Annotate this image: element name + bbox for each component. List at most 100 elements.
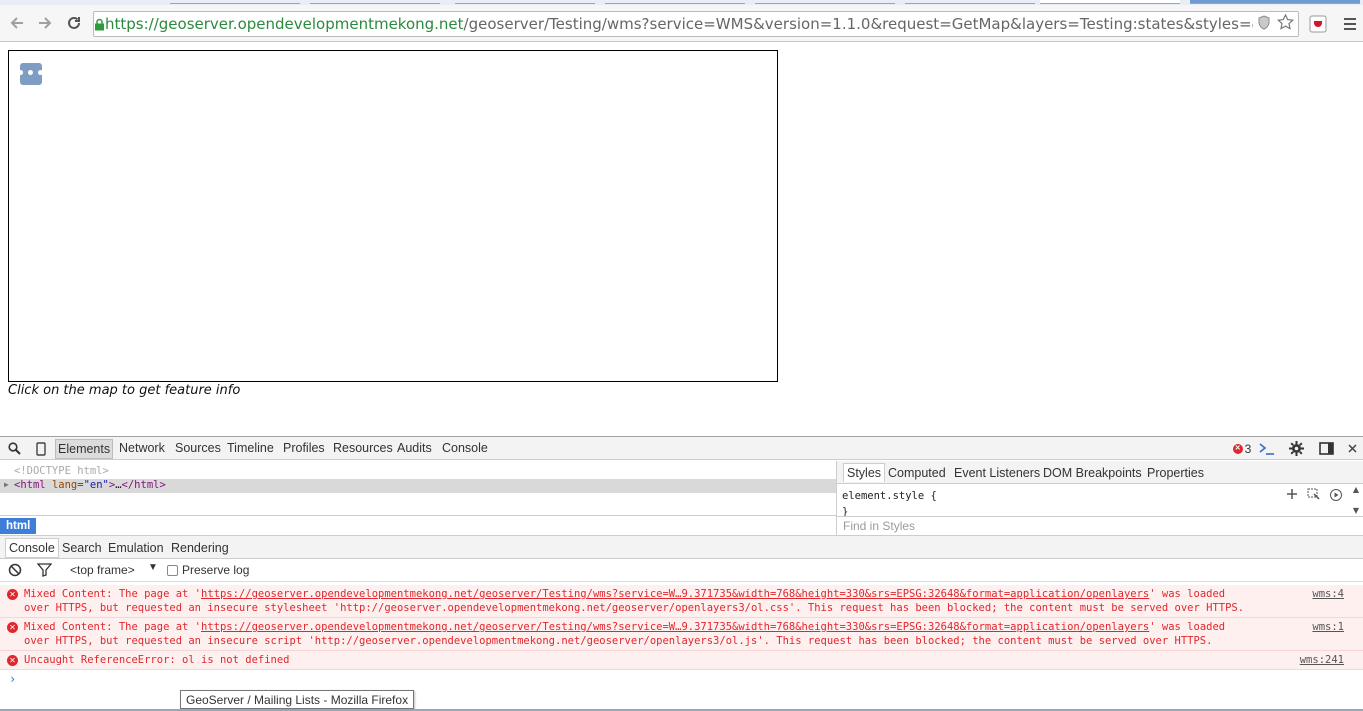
console-error-message: ✕ Uncaught ReferenceError: ol is not def… bbox=[0, 651, 1363, 670]
drawer-tab-search[interactable]: Search bbox=[62, 541, 102, 555]
close-icon[interactable] bbox=[1344, 440, 1361, 457]
styles-scrollbar[interactable]: ▲ ▼ bbox=[1349, 485, 1363, 515]
taskbar-tooltip: GeoServer / Mailing Lists - Mozilla Fire… bbox=[180, 690, 415, 709]
console-source-link[interactable]: wms:241 bbox=[1300, 653, 1344, 667]
expand-triangle-icon[interactable]: ▶ bbox=[4, 480, 9, 489]
clear-console-icon[interactable] bbox=[8, 563, 22, 580]
tab-resources[interactable]: Resources bbox=[333, 441, 393, 455]
browser-tab[interactable] bbox=[310, 0, 440, 4]
drawer-tab-console[interactable]: Console bbox=[5, 538, 59, 558]
error-count: 3 bbox=[1244, 441, 1252, 456]
html-attr-name: lang bbox=[51, 479, 78, 491]
tab-elements[interactable]: Elements bbox=[55, 439, 114, 459]
tab-console[interactable]: Console bbox=[442, 441, 488, 455]
console-message-text: Mixed Content: The page at 'https://geos… bbox=[24, 588, 1245, 614]
error-icon: ✕ bbox=[1232, 443, 1243, 454]
scroll-down-icon[interactable]: ▼ bbox=[1353, 506, 1359, 515]
dock-side-icon[interactable] bbox=[1318, 440, 1335, 457]
html-attr-value: "en" bbox=[83, 479, 109, 491]
reload-icon bbox=[68, 16, 80, 29]
lock-icon bbox=[94, 18, 105, 31]
elements-breadcrumb: html bbox=[0, 515, 836, 535]
console-message-link[interactable]: https://geoserver.opendevelopmentmekong.… bbox=[201, 621, 1149, 633]
console-error-message: ✕ Mixed Content: The page at 'https://ge… bbox=[0, 618, 1363, 651]
url-path: /geoserver/Testing/wms?service=WMS&versi… bbox=[463, 15, 1299, 33]
error-icon: ✕ bbox=[7, 655, 18, 666]
star-icon[interactable] bbox=[1276, 13, 1295, 34]
tab-network[interactable]: Network bbox=[119, 441, 165, 455]
inspect-element-icon[interactable] bbox=[6, 440, 23, 457]
console-toolbar: <top frame> ▼ Preserve log bbox=[0, 559, 1363, 582]
url-host: https://geoserver.opendevelopmentmekong.… bbox=[105, 15, 464, 33]
tab-dom-breakpoints[interactable]: DOM Breakpoints bbox=[1043, 466, 1142, 480]
html-node[interactable]: ▶ <html lang="en">…</html> bbox=[0, 479, 836, 493]
drawer-tab-rendering[interactable]: Rendering bbox=[171, 541, 229, 555]
map-caption: Click on the map to get feature info bbox=[8, 383, 241, 398]
tab-profiles[interactable]: Profiles bbox=[283, 441, 325, 455]
html-tag-name: html bbox=[20, 479, 46, 491]
forward-button[interactable] bbox=[33, 11, 57, 35]
console-error-message: ✕ Mixed Content: The page at 'https://ge… bbox=[0, 585, 1363, 618]
styles-tabbar: Styles Computed Event Listeners DOM Brea… bbox=[837, 461, 1363, 484]
error-counter[interactable]: ✕ 3 bbox=[1229, 440, 1255, 457]
error-icon: ✕ bbox=[7, 622, 18, 633]
console-message-link[interactable]: https://geoserver.opendevelopmentmekong.… bbox=[201, 588, 1149, 600]
drawer-tab-emulation[interactable]: Emulation bbox=[108, 541, 164, 555]
doctype-node[interactable]: <!DOCTYPE html> bbox=[14, 465, 109, 477]
scroll-up-icon[interactable]: ▲ bbox=[1353, 485, 1359, 494]
frame-selector[interactable]: <top frame> bbox=[70, 563, 135, 577]
gear-icon[interactable] bbox=[1288, 440, 1305, 457]
breadcrumb-html[interactable]: html bbox=[0, 518, 37, 534]
pocket-extension-icon[interactable] bbox=[1309, 15, 1327, 33]
find-in-styles-input[interactable]: Find in Styles bbox=[837, 516, 1363, 535]
map-container[interactable]: ••• bbox=[8, 50, 778, 382]
address-bar-actions bbox=[1253, 12, 1298, 36]
browser-tab[interactable] bbox=[605, 0, 745, 4]
drawer-tabbar: Console Search Emulation Rendering bbox=[0, 535, 1363, 559]
arrow-right-icon bbox=[39, 17, 52, 29]
styles-actions bbox=[1286, 488, 1343, 505]
console-source-link[interactable]: wms:4 bbox=[1312, 587, 1344, 601]
devtools-panel: Elements Network Sources Timeline Profil… bbox=[0, 436, 1363, 711]
address-bar[interactable]: https://geoserver.opendevelopmentmekong.… bbox=[93, 11, 1299, 37]
browser-tab[interactable] bbox=[170, 0, 300, 4]
shield-icon[interactable] bbox=[1257, 14, 1271, 34]
tab-styles[interactable]: Styles bbox=[843, 463, 886, 482]
console-source-link[interactable]: wms:1 bbox=[1312, 620, 1344, 634]
console-message-text: Uncaught ReferenceError: ol is not defin… bbox=[24, 654, 290, 666]
elements-tree: <!DOCTYPE html> ▶ <html lang="en">…</html… bbox=[0, 461, 836, 515]
toggle-element-state-icon[interactable] bbox=[1307, 488, 1321, 505]
devtools-tabbar: Elements Network Sources Timeline Profil… bbox=[0, 437, 1363, 460]
reload-button[interactable] bbox=[62, 11, 86, 35]
tab-event-listeners[interactable]: Event Listeners bbox=[954, 466, 1040, 480]
filter-icon[interactable] bbox=[36, 563, 53, 580]
browser-tab[interactable] bbox=[905, 0, 1035, 4]
tab-sources[interactable]: Sources bbox=[175, 441, 221, 455]
new-style-rule-icon[interactable] bbox=[1286, 488, 1299, 505]
tab-timeline[interactable]: Timeline bbox=[227, 441, 274, 455]
preserve-log-label: Preserve log bbox=[182, 563, 250, 577]
map-control-button[interactable]: ••• bbox=[16, 63, 45, 85]
browser-toolbar: https://geoserver.opendevelopmentmekong.… bbox=[0, 5, 1363, 42]
arrow-left-icon bbox=[10, 17, 23, 29]
menu-icon[interactable] bbox=[1341, 15, 1359, 33]
preserve-log-checkbox[interactable] bbox=[167, 565, 178, 576]
console-message-text: Mixed Content: The page at 'https://geos… bbox=[24, 621, 1226, 647]
device-mode-icon[interactable] bbox=[32, 440, 49, 457]
error-icon: ✕ bbox=[7, 589, 18, 600]
tab-computed[interactable]: Computed bbox=[888, 466, 946, 480]
back-button[interactable] bbox=[5, 11, 29, 35]
element-style-selector: element.style { bbox=[842, 490, 937, 502]
styles-sidebar: Styles Computed Event Listeners DOM Brea… bbox=[836, 461, 1363, 535]
browser-tab[interactable] bbox=[755, 0, 895, 4]
tab-audits[interactable]: Audits bbox=[397, 441, 432, 455]
browser-tab-active[interactable] bbox=[1040, 0, 1180, 4]
chevron-down-icon[interactable]: ▼ bbox=[148, 562, 158, 573]
tab-properties[interactable]: Properties bbox=[1147, 466, 1204, 480]
console-prompt[interactable]: › bbox=[9, 672, 16, 686]
html-close-tag: </html> bbox=[121, 479, 166, 491]
browser-tab[interactable] bbox=[455, 0, 595, 4]
show-drawer-icon[interactable] bbox=[1258, 440, 1275, 457]
animations-icon[interactable] bbox=[1329, 488, 1343, 505]
browser-window-button[interactable] bbox=[1190, 0, 1360, 4]
